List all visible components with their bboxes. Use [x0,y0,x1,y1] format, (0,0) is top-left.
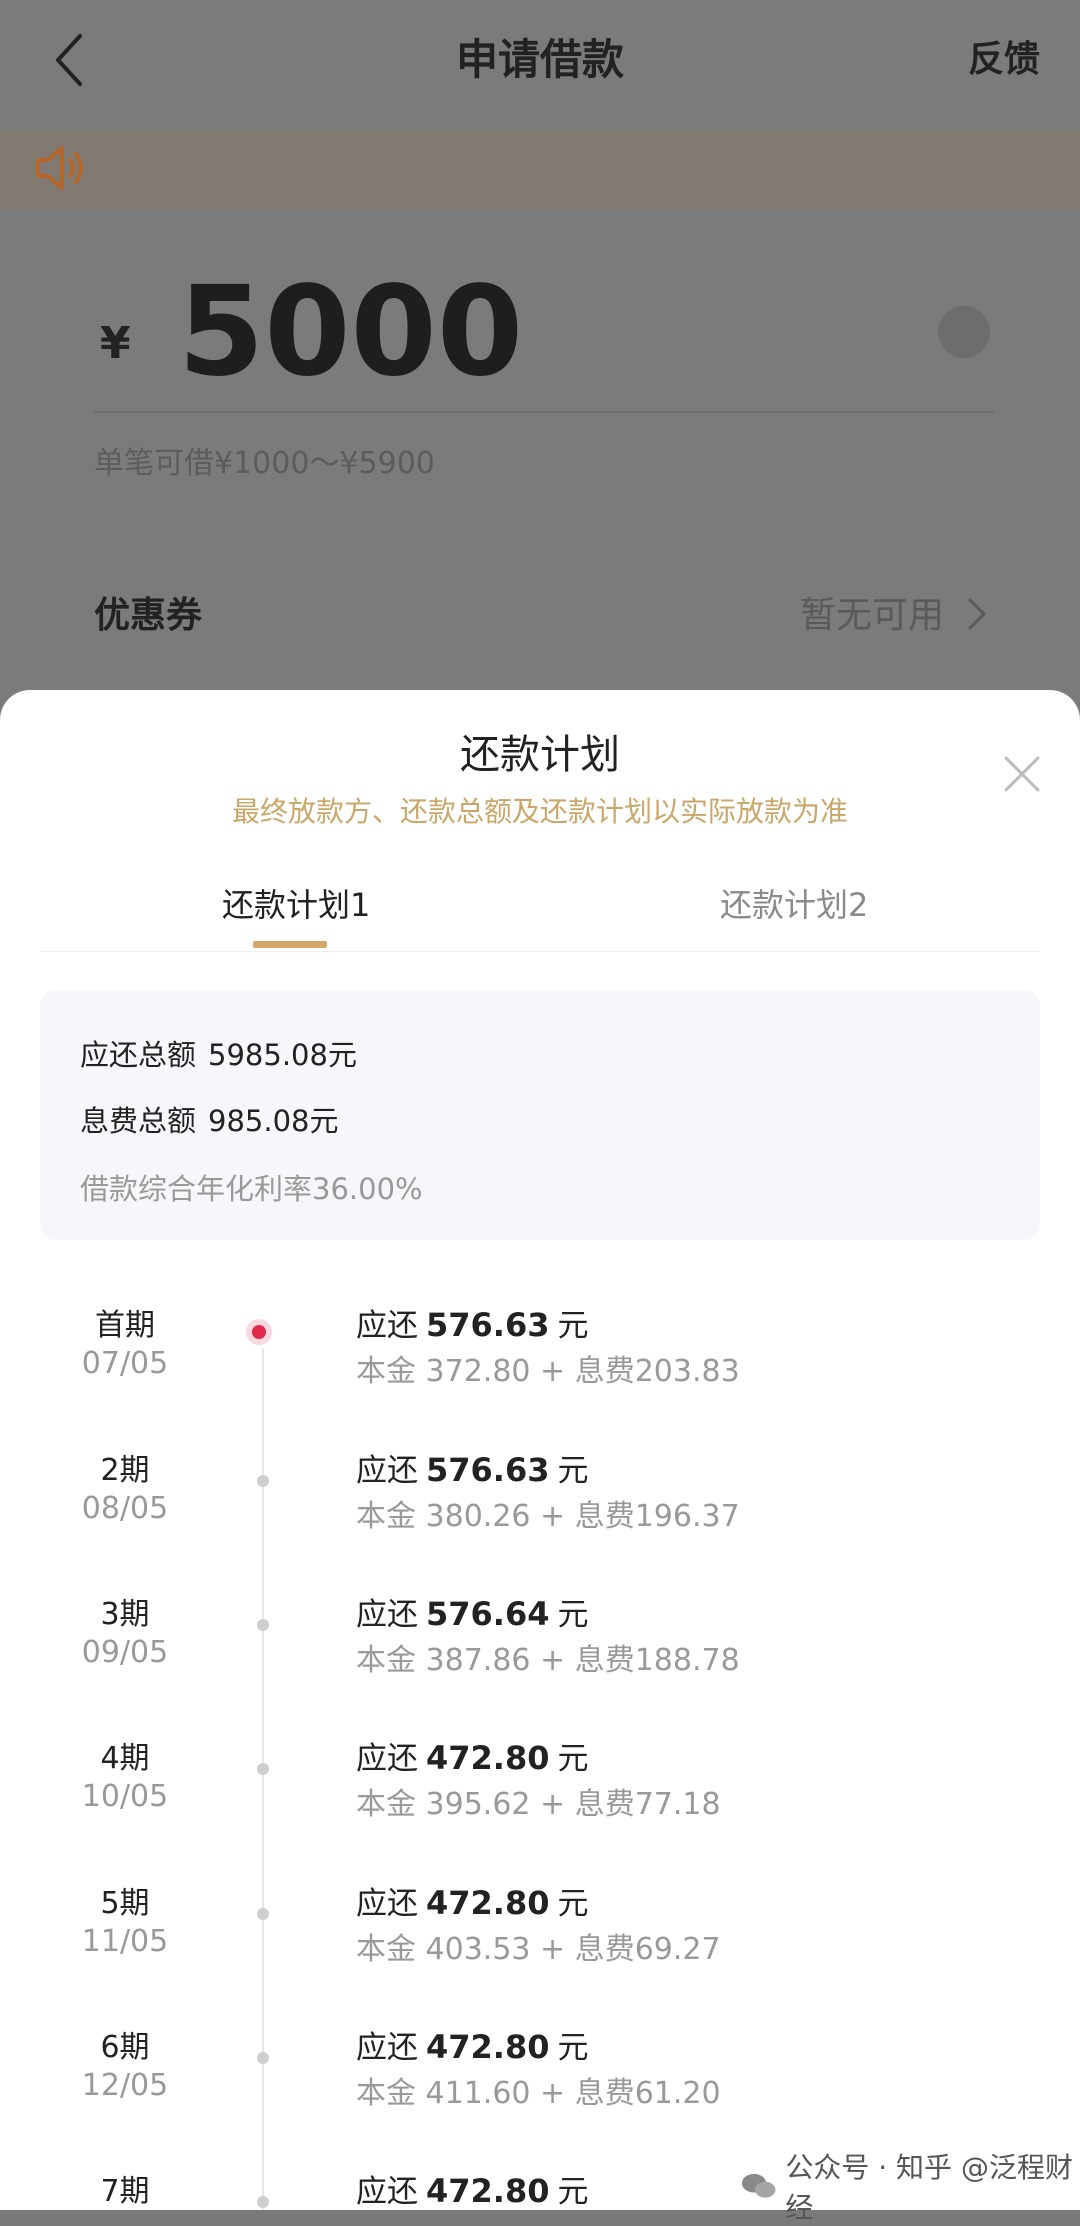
period-item: 3期 09/05 应还 576.64 元 本金 387.86 + 息费188.78 [0,1589,1080,1733]
due-unit: 元 [557,1741,589,1777]
due-amount: 576.64 [426,1595,550,1633]
timeline-dot [257,2052,269,2064]
period-due: 应还 576.63 元 [356,1300,588,1345]
total-due-label: 应还总额 [80,1038,197,1072]
total-fee-row: 息费总额 985.08元 [80,1098,339,1140]
period-due: 应还 576.63 元 [356,1445,588,1490]
due-unit: 元 [557,1886,589,1922]
period-item: 6期 12/05 应还 472.80 元 本金 411.60 + 息费61.20 [0,2022,1080,2166]
period-item: 5期 11/05 应还 472.80 元 本金 403.53 + 息费69.27 [0,1878,1080,2022]
period-due: 应还 472.80 元 [356,2166,588,2210]
loan-range-hint: 单笔可借¥1000～¥5900 [94,446,435,481]
watermark-text: 公众号 · 知乎 @泛程财经 [785,2151,1073,2224]
period-detail: 本金 411.60 + 息费61.20 [356,2076,721,2111]
feedback-button[interactable]: 反馈 [968,30,1040,90]
coupon-value[interactable]: 暂无可用 [800,586,944,638]
timeline-dot [257,1763,269,1775]
repayment-timeline: 首期 07/05 应还 576.63 元 本金 372.80 + 息费203.83 … [0,1300,1080,2210]
timeline-dot [257,1475,269,1487]
watermark: 公众号 · 知乎 @泛程财经 [740,2146,1080,2226]
period-date: 11/05 [81,1924,169,1959]
due-prefix: 应还 [356,2030,418,2066]
wechat-icon [741,2173,776,2198]
due-prefix: 应还 [356,1886,418,1922]
tab-repayment-plan-1[interactable]: 还款计划1 [222,880,370,930]
tab-repayment-plan-2[interactable]: 还款计划2 [720,880,868,930]
due-amount: 472.80 [426,1739,550,1777]
period-item: 首期 07/05 应还 576.63 元 本金 372.80 + 息费203.83 [0,1300,1080,1444]
amount-underline [94,411,994,413]
due-unit: 元 [557,1453,589,1489]
sheet-subtitle: 最终放款方、还款总额及还款计划以实际放款为准 [231,795,848,828]
currency-symbol: ¥ [100,318,131,369]
timeline-dot [257,1619,269,1631]
period-detail: 本金 387.86 + 息费188.78 [356,1643,740,1678]
period-name: 7期 [100,2174,150,2209]
due-unit: 元 [557,2174,589,2210]
period-name: 2期 [100,1453,150,1488]
page-title: 申请借款 [455,35,624,84]
due-prefix: 应还 [356,1453,418,1489]
sheet-title: 还款计划 [460,732,620,778]
due-unit: 元 [557,1597,589,1633]
period-name: 5期 [100,1886,150,1921]
due-unit: 元 [557,2030,589,2066]
period-name: 4期 [100,1741,150,1776]
period-detail: 本金 395.62 + 息费77.18 [356,1787,721,1822]
due-prefix: 应还 [356,1308,418,1344]
due-amount: 576.63 [426,1451,550,1489]
top-bar: 申请借款 反馈 [0,0,1080,120]
period-due: 应还 576.64 元 [356,1589,588,1634]
period-date: 08/05 [81,1491,169,1526]
period-due: 应还 472.80 元 [356,1878,588,1923]
period-detail: 本金 372.80 + 息费203.83 [356,1354,740,1389]
timeline-dot-active [252,1325,266,1339]
due-amount: 472.80 [426,2172,550,2210]
period-detail: 本金 403.53 + 息费69.27 [356,1932,721,1967]
coupon-label: 优惠券 [94,595,203,636]
period-date: 12/05 [81,2068,169,2103]
loan-application-page: 申请借款 反馈 ¥ 5000 单笔可借¥1000～¥5900 优惠券 暂无可用 [0,0,1080,700]
due-amount: 472.80 [426,2028,550,2066]
period-detail: 本金 380.26 + 息费196.37 [356,1499,740,1534]
period-date: 09/05 [81,1635,169,1670]
period-date: 07/05 [81,1346,169,1381]
timeline-dot [257,2196,269,2208]
due-prefix: 应还 [356,2174,418,2210]
timeline-dot [257,1908,269,1920]
tab-divider [40,951,1040,952]
period-name: 3期 [100,1597,150,1632]
due-unit: 元 [557,1308,589,1344]
due-prefix: 应还 [356,1597,418,1633]
total-fee-value: 985.08元 [208,1104,339,1138]
annual-rate-text: 借款综合年化利率36.00% [80,1172,423,1206]
period-item: 2期 08/05 应还 576.63 元 本金 380.26 + 息费196.37 [0,1445,1080,1589]
total-fee-label: 息费总额 [80,1104,197,1138]
period-due: 应还 472.80 元 [356,2022,588,2067]
due-amount: 472.80 [426,1884,550,1922]
due-prefix: 应还 [356,1741,418,1777]
chevron-right-icon[interactable] [966,596,988,632]
period-date: 10/05 [81,1779,169,1814]
period-due: 应还 472.80 元 [356,1733,588,1778]
total-due-row: 应还总额 5985.08元 [80,1032,357,1074]
period-item: 4期 10/05 应还 472.80 元 本金 395.62 + 息费77.18 [0,1733,1080,1877]
repayment-summary-card: 应还总额 5985.08元 息费总额 985.08元 借款综合年化利率36.00% [40,990,1040,1240]
clear-amount-button[interactable] [938,306,990,358]
period-name: 首期 [95,1308,155,1343]
loan-amount-input[interactable]: 5000 [178,262,523,402]
notice-bar[interactable] [0,130,1080,210]
due-amount: 576.63 [426,1306,550,1344]
active-tab-indicator [253,941,327,948]
period-name: 6期 [100,2030,150,2065]
repayment-plan-sheet: 还款计划 最终放款方、还款总额及还款计划以实际放款为准 还款计划1 还款计划2 … [0,690,1080,2210]
total-due-value: 5985.08元 [208,1038,357,1072]
speaker-icon [36,146,83,190]
